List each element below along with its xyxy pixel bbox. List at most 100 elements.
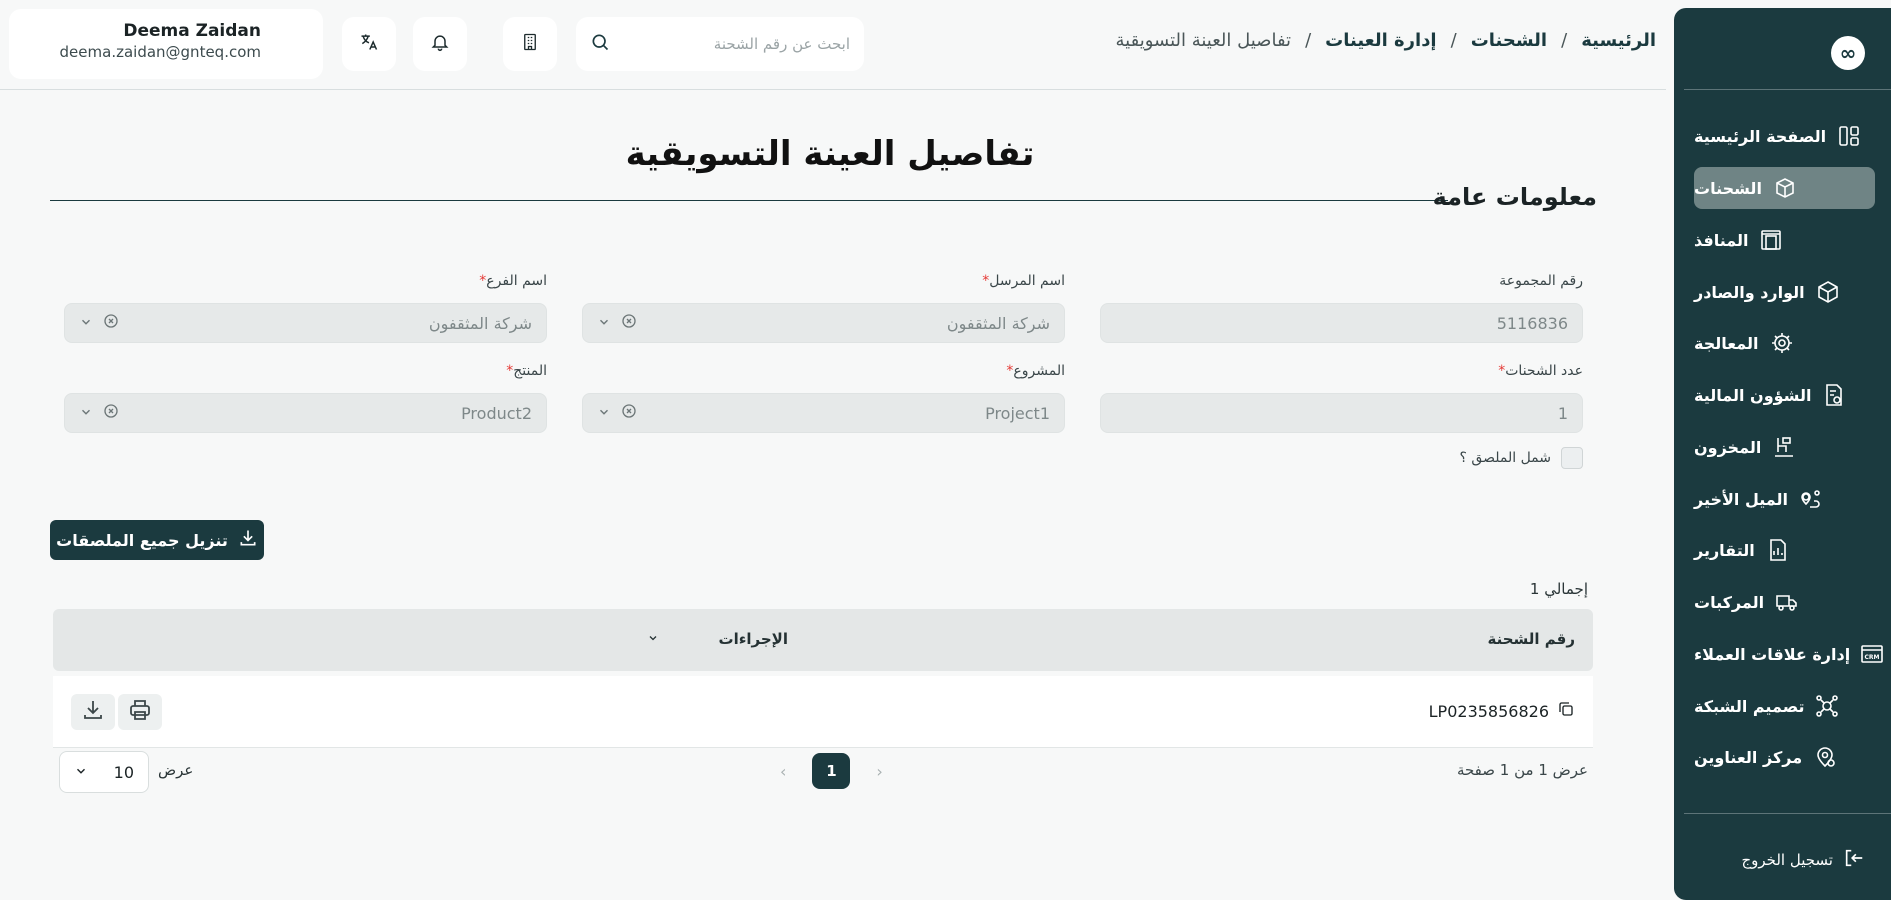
logout-label: تسجيل الخروج	[1741, 851, 1833, 869]
notifications-button[interactable]	[413, 17, 467, 71]
group-number-field[interactable]: 5116836	[1100, 303, 1583, 343]
page-number[interactable]: 1	[812, 753, 851, 789]
copy-icon[interactable]	[1557, 700, 1575, 722]
include-label-checkbox[interactable]	[1561, 447, 1583, 469]
chevron-down-icon	[74, 763, 88, 782]
sidebar-item-inventory[interactable]: المخزون	[1694, 426, 1875, 468]
column-shipment-number[interactable]: رقم الشحنة	[1487, 630, 1575, 648]
sidebar-item-vehicles[interactable]: المركبات	[1694, 581, 1875, 623]
truck-icon	[1774, 589, 1800, 615]
table-header: رقم الشحنة الإجراءات	[53, 609, 1593, 671]
user-email: deema.zaidan@gnteq.com	[59, 43, 261, 61]
include-label-option: شمل الملصق ؟	[1460, 447, 1583, 469]
sidebar-item-label: الميل الأخير	[1694, 489, 1789, 509]
section-divider	[50, 200, 1448, 201]
shipment-number-cell: LP0235856826	[1429, 700, 1575, 722]
user-card[interactable]: Deema Zaidan deema.zaidan@gnteq.com	[9, 9, 323, 79]
sidebar-item-ports[interactable]: المنافذ	[1694, 219, 1875, 261]
sidebar-item-last-mile[interactable]: الميل الأخير	[1694, 478, 1875, 520]
shipment-search[interactable]: ابحث عن رقم الشحنة	[576, 17, 864, 71]
column-actions[interactable]: الإجراءات	[647, 630, 788, 648]
clear-icon[interactable]	[621, 313, 637, 333]
sender-name-select[interactable]: شركة المثقفون	[582, 303, 1065, 343]
shipment-count-field[interactable]: 1	[1100, 393, 1583, 433]
printer-icon	[128, 698, 152, 726]
per-page-label: عرض	[158, 761, 194, 779]
sidebar-item-label: المعالجة	[1694, 333, 1759, 353]
page-info: عرض 1 من 1 صفحة	[1456, 761, 1588, 779]
sidebar-item-label: الصفحة الرئيسية	[1694, 126, 1827, 146]
sidebar-item-label: المنافذ	[1694, 230, 1749, 250]
chevron-down-icon[interactable]	[79, 314, 93, 333]
dashboard-icon	[1836, 123, 1862, 149]
chevron-down-icon[interactable]	[79, 404, 93, 423]
sidebar-divider	[1684, 89, 1891, 90]
sidebar-item-label: الشحنات	[1694, 178, 1762, 198]
sidebar-item-reports[interactable]: التقارير	[1694, 529, 1875, 571]
sidebar-item-crm[interactable]: CRM إدارة علاقات العملاء	[1694, 633, 1884, 675]
sidebar-item-label: المخزون	[1694, 437, 1762, 457]
language-button[interactable]	[342, 17, 396, 71]
finance-icon	[1821, 382, 1847, 408]
clear-icon[interactable]	[621, 403, 637, 423]
logout-icon	[1843, 847, 1865, 873]
sidebar: ∞ الصفحة الرئيسية الشحنات المنافذ الوارد…	[1674, 8, 1891, 900]
download-row-button[interactable]	[71, 694, 115, 730]
clear-icon[interactable]	[103, 313, 119, 333]
print-button[interactable]	[118, 694, 162, 730]
location-icon	[1812, 744, 1838, 770]
user-name: Deema Zaidan	[123, 21, 261, 41]
section-title: معلومات عامة	[1432, 183, 1597, 211]
app-logo[interactable]: ∞	[1831, 36, 1865, 70]
sidebar-item-inout[interactable]: الوارد والصادر	[1694, 271, 1875, 313]
translate-icon	[359, 32, 379, 56]
inventory-icon	[1771, 434, 1797, 460]
breadcrumb-separator: /	[1561, 30, 1568, 51]
product-label: المنتج*	[506, 363, 547, 379]
next-page-icon[interactable]: ›	[780, 762, 786, 781]
sidebar-item-label: الوارد والصادر	[1694, 282, 1805, 302]
project-select[interactable]: Project1	[582, 393, 1065, 433]
breadcrumb-home[interactable]: الرئيسية	[1581, 30, 1656, 51]
sidebar-item-network[interactable]: تصميم الشبكة	[1694, 685, 1875, 727]
svg-text:CRM: CRM	[1865, 654, 1880, 661]
sidebar-item-label: إدارة علاقات العملاء	[1694, 644, 1851, 664]
sidebar-item-processing[interactable]: المعالجة	[1694, 322, 1875, 364]
breadcrumb-separator: /	[1450, 30, 1457, 51]
breadcrumb-samples[interactable]: إدارة العينات	[1325, 30, 1436, 51]
search-input[interactable]: ابحث عن رقم الشحنة	[714, 35, 850, 53]
package-icon	[1772, 175, 1798, 201]
product-select[interactable]: Product2	[64, 393, 547, 433]
gear-icon	[1769, 330, 1795, 356]
include-label-text: شمل الملصق ؟	[1459, 450, 1551, 466]
sidebar-item-finance[interactable]: الشؤون المالية	[1694, 374, 1875, 416]
sidebar-item-home[interactable]: الصفحة الرئيسية	[1694, 115, 1875, 157]
breadcrumb-shipments[interactable]: الشحنات	[1471, 30, 1547, 51]
chevron-down-icon	[647, 630, 659, 648]
sidebar-item-address-center[interactable]: مركز العناوين	[1694, 736, 1875, 778]
per-page-select[interactable]: 10	[59, 751, 149, 793]
per-page-value: 10	[113, 762, 134, 782]
sidebar-item-label: المركبات	[1694, 592, 1765, 612]
sidebar-item-shipments[interactable]: الشحنات	[1694, 167, 1875, 209]
column-actions-label: الإجراءات	[718, 630, 788, 648]
branch-name-label: اسم الفرع*	[479, 273, 547, 289]
breadcrumb: الرئيسية / الشحنات / إدارة العينات / تفا…	[1116, 30, 1656, 51]
download-all-labels-button[interactable]: تنزيل جميع الملصقات	[50, 520, 264, 560]
chevron-down-icon[interactable]	[597, 314, 611, 333]
box-icon	[1815, 279, 1841, 305]
chevron-down-icon[interactable]	[597, 404, 611, 423]
sender-name-label: اسم المرسل*	[982, 273, 1065, 289]
company-button[interactable]	[503, 17, 557, 71]
page-title: تفاصيل العينة التسويقية	[625, 134, 1035, 174]
route-icon	[1798, 486, 1824, 512]
clear-icon[interactable]	[103, 403, 119, 423]
crm-icon: CRM	[1860, 641, 1884, 667]
branch-name-select[interactable]: شركة المثقفون	[64, 303, 547, 343]
building-icon	[521, 33, 539, 55]
prev-page-icon[interactable]: ‹	[876, 762, 882, 781]
logout-button[interactable]: تسجيل الخروج	[1694, 840, 1875, 880]
download-icon	[238, 528, 258, 552]
sidebar-item-label: الشؤون المالية	[1694, 385, 1812, 405]
network-icon	[1814, 693, 1840, 719]
